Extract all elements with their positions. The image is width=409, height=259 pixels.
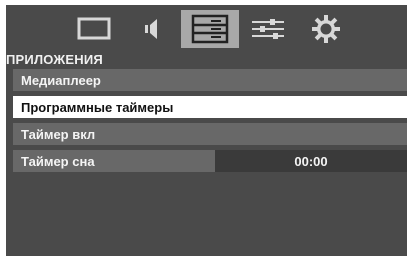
tab-adjustments[interactable] [239, 10, 297, 48]
menu-item-label: Таймер вкл [21, 126, 96, 142]
tab-sound[interactable] [123, 10, 181, 48]
menu-item-label: Программные таймеры [21, 99, 174, 115]
settings-gear-icon [312, 15, 340, 43]
menu-item-media-player[interactable]: Медиаплеер [13, 69, 407, 91]
picture-icon [77, 17, 111, 40]
menu-item-label: Медиаплеер [21, 72, 101, 88]
tab-picture[interactable] [65, 10, 123, 48]
menu-item-sleep-timer[interactable]: Таймер сна 00:00 [13, 150, 407, 172]
tab-applications[interactable] [181, 10, 239, 48]
sleep-timer-value[interactable]: 00:00 [215, 150, 407, 172]
adjustments-icon [252, 19, 284, 39]
menu-item-on-timer[interactable]: Таймер вкл [13, 123, 407, 145]
sound-icon [145, 19, 157, 39]
menu-tab-bar [6, 5, 407, 51]
applications-icon [191, 14, 229, 44]
menu-list: Медиаплеер Программные таймеры Таймер вк… [13, 69, 407, 177]
section-title: ПРИЛОЖЕНИЯ [6, 52, 103, 67]
tv-menu-panel: ПРИЛОЖЕНИЯ Медиаплеер Программные таймер… [6, 5, 407, 256]
tab-settings[interactable] [297, 10, 355, 48]
menu-item-program-timers[interactable]: Программные таймеры [13, 96, 407, 118]
menu-item-label: Таймер сна [21, 153, 95, 169]
